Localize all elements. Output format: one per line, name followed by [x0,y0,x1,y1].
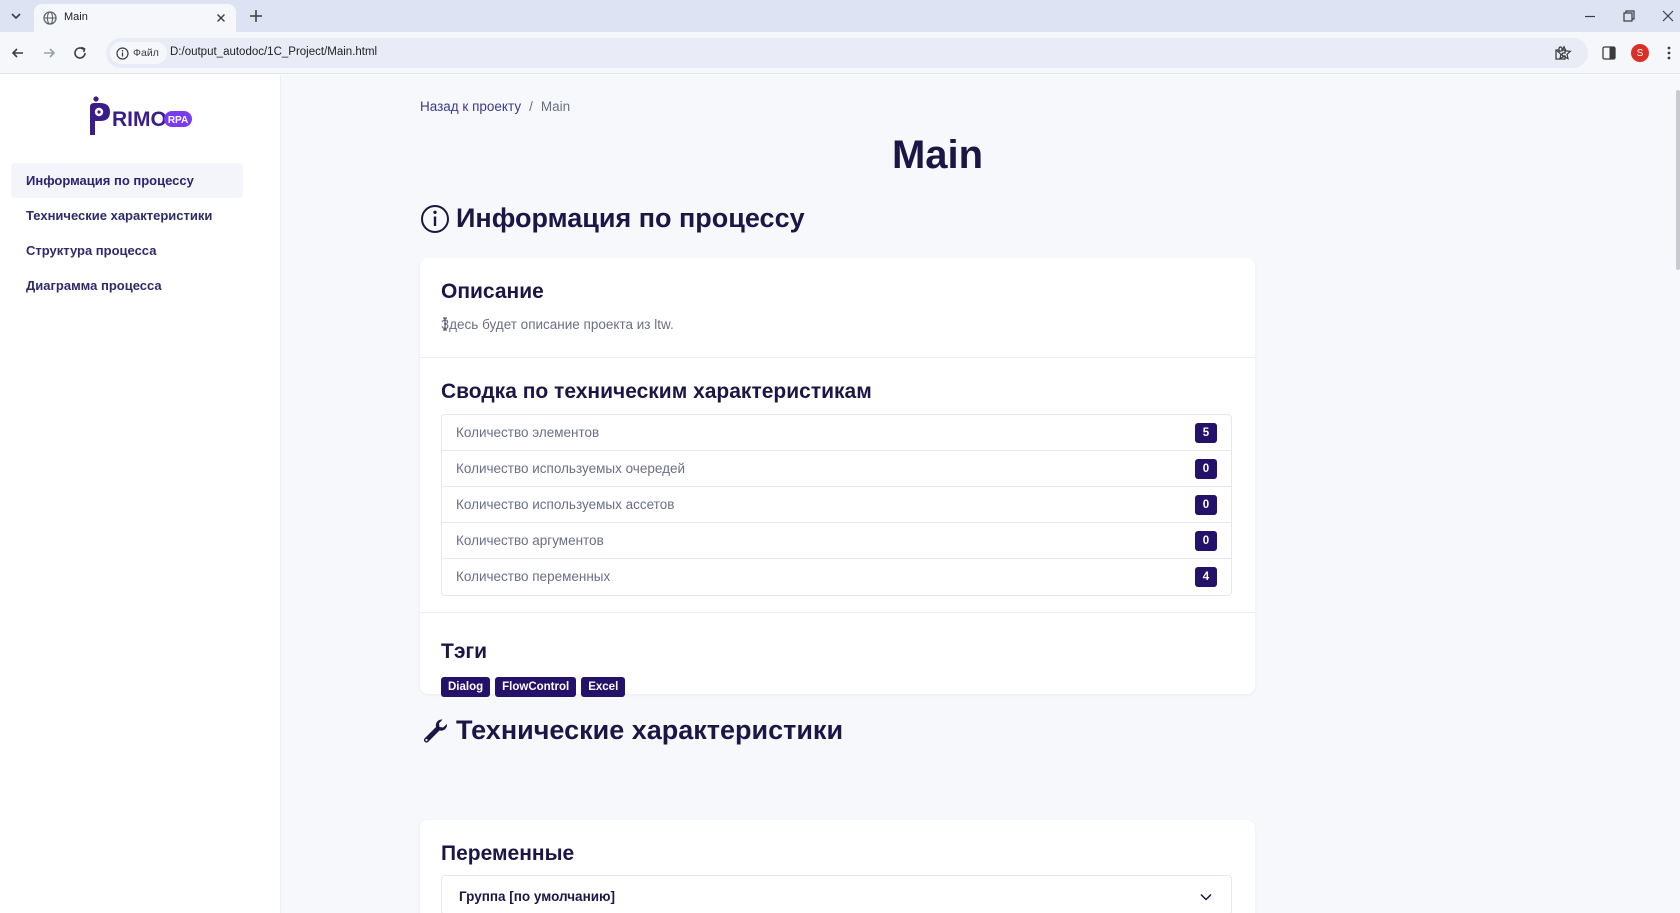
summary-row-elements: Количество элементов 5 [442,415,1231,451]
stat-count-badge: 0 [1195,531,1217,551]
breadcrumb-back-link[interactable]: Назад к проекту [420,99,521,114]
restore-icon[interactable] [1621,8,1637,24]
breadcrumb-separator: / [529,99,533,114]
sidebar-nav: Информация по процессу Технические харак… [11,163,243,303]
sidebar-item-process-info[interactable]: Информация по процессу [11,163,243,198]
browser-toolbar: Файл D:/output_autodoc/1C_Project/Main.h… [0,32,1680,74]
stat-label: Количество элементов [456,425,600,440]
globe-icon [43,11,57,25]
chevron-down-icon [1200,893,1212,901]
breadcrumb: Назад к проекту / Main [420,99,570,114]
browser-menu-icon[interactable] [1663,44,1675,62]
main-content: Назад к проекту / Main Main Информация п… [281,75,1680,913]
sidebar-item-tech-specs[interactable]: Технические характеристики [11,198,243,233]
stat-count-badge: 0 [1195,495,1217,515]
tag-badge: Dialog [441,677,491,697]
wrench-icon [424,718,448,742]
site-info-chip[interactable]: Файл [110,42,167,64]
browser-tab[interactable]: Main [34,4,236,32]
minimize-icon[interactable] [1582,8,1598,24]
breadcrumb-current: Main [540,99,571,114]
stat-label: Количество переменных [456,569,611,584]
section-heading-text: Технические характеристики [456,715,844,745]
stat-label: Количество используемых очередей [456,461,685,476]
close-tab-icon[interactable] [214,11,228,25]
page-title: Main [891,133,984,177]
close-window-icon[interactable] [1660,8,1676,24]
chevron-down-icon [11,13,21,20]
summary-heading: Сводка по техническим характеристикам [441,380,872,403]
sidebar: RIMO RPA Информация по процессу Техничес… [0,75,281,913]
site-chip-label: Файл [133,47,159,59]
summary-row-assets: Количество используемых ассетов 0 [442,487,1231,523]
profile-avatar[interactable]: S [1631,44,1649,62]
section-heading-tech-specs: Технические характеристики [420,715,843,746]
variables-heading: Переменные [441,842,575,865]
tag-badge: FlowControl [495,677,577,697]
stat-count-badge: 0 [1195,459,1217,479]
primo-rpa-logo[interactable]: RIMO RPA [84,95,196,139]
forward-arrow-icon[interactable] [40,44,58,62]
back-arrow-icon[interactable] [9,44,27,62]
summary-row-queues: Количество используемых очередей 0 [442,451,1231,487]
stat-label: Количество используемых ассетов [456,497,675,512]
reload-icon[interactable] [71,44,89,62]
section-heading-text: Информация по процессу [456,203,805,233]
tab-search-button[interactable] [6,6,26,26]
description-heading: Описание [441,280,544,303]
new-tab-icon[interactable] [248,8,264,24]
stat-count-badge: 4 [1195,567,1217,587]
accordion-label: Группа [по умолчанию] [459,889,616,904]
summary-row-arguments: Количество аргументов 0 [442,523,1231,559]
stat-count-badge: 5 [1195,423,1217,443]
sidebar-item-process-structure[interactable]: Структура процесса [11,233,243,268]
url-text[interactable]: D:/output_autodoc/1C_Project/Main.html [170,46,377,58]
info-circle-icon [421,204,449,233]
text-cursor-icon [443,317,447,331]
summary-list: Количество элементов 5 Количество исполь… [441,414,1232,596]
section-heading-process-info: Информация по процессу [420,203,805,234]
side-panel-icon[interactable] [1600,44,1618,62]
variables-card: Переменные Группа [по умолчанию] [420,820,1255,913]
card-divider [420,612,1255,613]
stat-label: Количество аргументов [456,533,604,548]
address-bar[interactable]: Файл D:/output_autodoc/1C_Project/Main.h… [106,38,1588,68]
logo-badge: RPA [168,115,188,126]
summary-row-variables: Количество переменных 4 [442,559,1231,595]
sidebar-item-process-diagram[interactable]: Диаграмма процесса [11,268,243,303]
tab-title: Main [64,11,88,23]
variables-group-accordion[interactable]: Группа [по умолчанию] [441,875,1232,913]
process-info-card: Описание Здесь будет описание проекта из… [420,258,1255,697]
tags-heading: Тэги [441,640,488,663]
extensions-puzzle-icon[interactable] [1552,44,1570,62]
tag-badge: Excel [581,677,626,697]
description-text: Здесь будет описание проекта из ltw. [441,317,674,332]
tag-list: Dialog FlowControl Excel [441,677,626,697]
page-scrollbar[interactable] [1676,90,1680,270]
card-divider [420,357,1255,358]
browser-tab-strip: Main [0,0,1680,32]
logo-wordmark: RIMO [112,108,167,131]
info-icon [116,46,129,60]
